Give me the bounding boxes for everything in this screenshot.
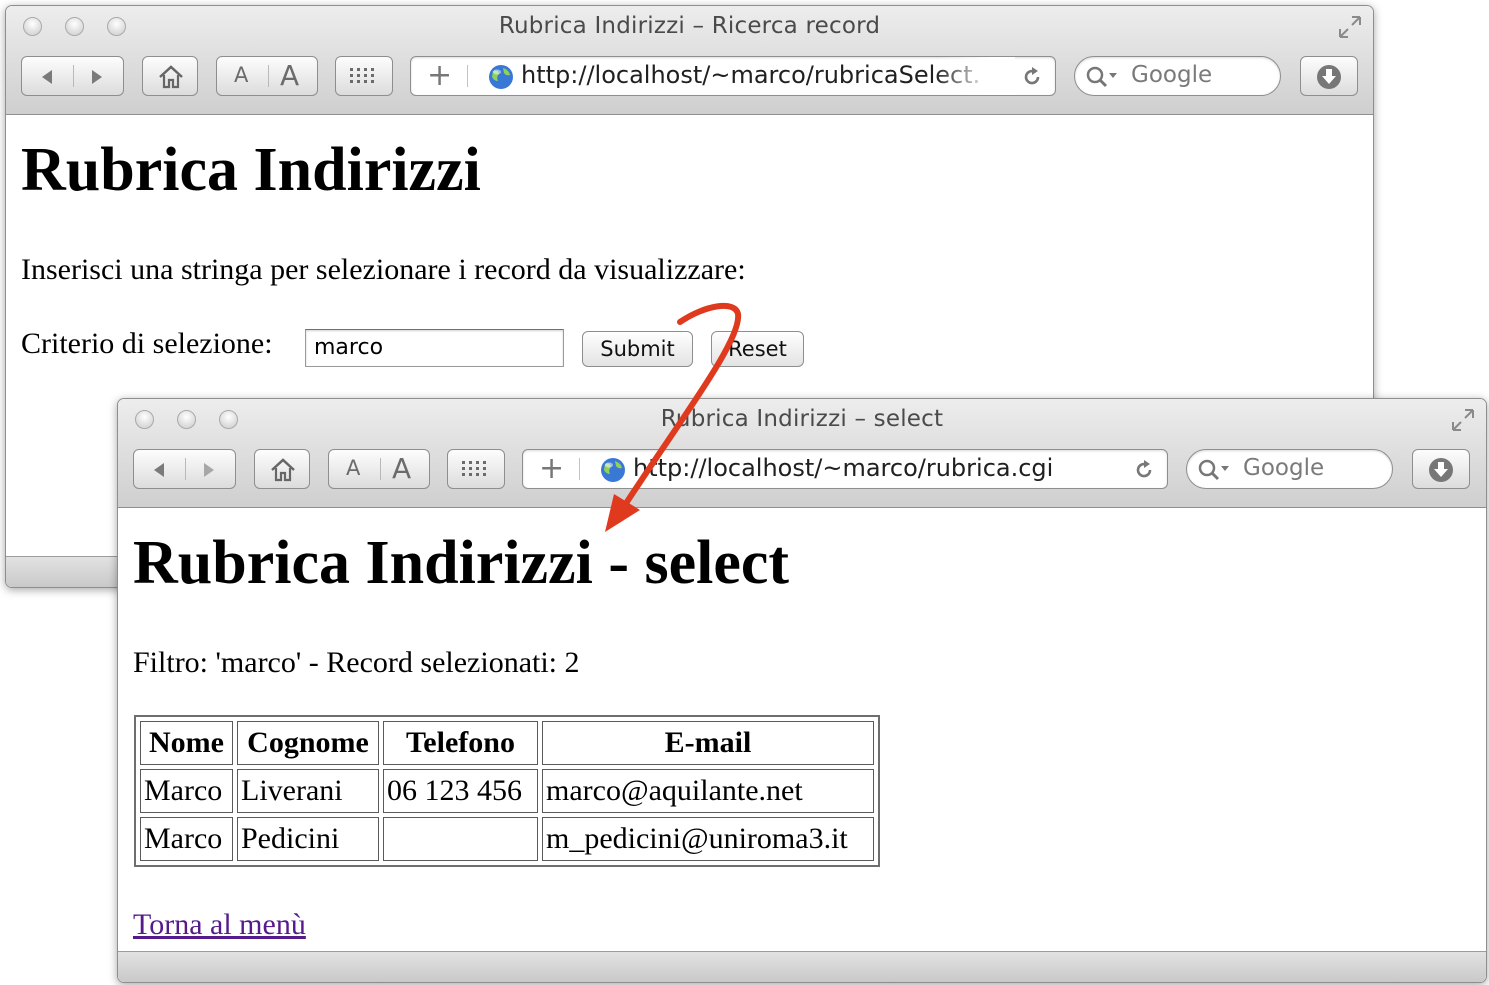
downloads-button[interactable] xyxy=(1300,56,1358,96)
column-header-cognome: Cognome xyxy=(237,721,379,765)
instruction-text: Inserisci una stringa per selezionare i … xyxy=(21,253,746,286)
top-sites-icon xyxy=(350,68,374,83)
top-sites-button[interactable] xyxy=(335,56,393,96)
address-bar[interactable]: + http://localhost/~marco/rubrica.cgi xyxy=(522,449,1168,489)
text-smaller-icon[interactable]: A xyxy=(234,63,248,87)
resize-icon[interactable] xyxy=(1450,407,1476,433)
criterio-input[interactable]: marco xyxy=(305,329,564,367)
back-icon[interactable] xyxy=(38,68,56,86)
home-icon xyxy=(271,458,295,482)
page-title: Rubrica Indirizzi xyxy=(21,136,481,204)
globe-icon xyxy=(601,458,625,482)
globe-icon xyxy=(489,65,513,89)
title-bar: Rubrica Indirizzi – Ricerca record A A +… xyxy=(6,6,1373,115)
search-field[interactable]: Google xyxy=(1186,449,1393,489)
window-title: Rubrica Indirizzi – select xyxy=(660,406,944,432)
window-title: Rubrica Indirizzi – Ricerca record xyxy=(498,13,881,39)
table-row: Marco Liverani 06 123 456 marco@aquilant… xyxy=(140,769,874,813)
page-title: Rubrica Indirizzi - select xyxy=(133,529,790,597)
reset-button[interactable]: Reset xyxy=(711,331,804,367)
download-icon xyxy=(1317,65,1341,89)
downloads-button[interactable] xyxy=(1412,449,1470,489)
submit-button[interactable]: Submit xyxy=(582,331,693,367)
text-size-button[interactable]: A A xyxy=(216,56,318,96)
url-text: http://localhost/~marco/rubrica.cgi xyxy=(633,454,1054,482)
table-row: Marco Pedicini m_pedicini@uniroma3.it xyxy=(140,817,874,861)
search-placeholder: Google xyxy=(1131,62,1213,88)
column-header-telefono: Telefono xyxy=(383,721,538,765)
cell-telefono xyxy=(383,817,538,861)
search-icon[interactable] xyxy=(1197,458,1233,482)
add-bookmark-icon[interactable]: + xyxy=(539,451,564,486)
toolbar: A A + xyxy=(21,56,1361,96)
cell-email: m_pedicini@uniroma3.it xyxy=(542,817,874,861)
back-to-menu-link[interactable]: Torna al menù xyxy=(133,908,306,942)
reload-icon[interactable] xyxy=(1133,459,1155,481)
text-larger-icon[interactable]: A xyxy=(392,452,411,485)
cell-nome: Marco xyxy=(140,769,233,813)
text-larger-icon[interactable]: A xyxy=(280,59,299,92)
download-icon xyxy=(1429,458,1453,482)
home-button[interactable] xyxy=(254,449,310,489)
search-icon[interactable] xyxy=(1085,65,1121,89)
top-sites-icon xyxy=(462,461,486,476)
forward-icon[interactable] xyxy=(88,68,106,86)
cell-email: marco@aquilante.net xyxy=(542,769,874,813)
browser-window-results: Rubrica Indirizzi – select A A + http://… xyxy=(117,398,1487,983)
filter-text: Filtro: 'marco' - Record selezionati: 2 xyxy=(133,646,580,679)
cell-telefono: 06 123 456 xyxy=(383,769,538,813)
search-field[interactable]: Google xyxy=(1074,56,1281,96)
toolbar: A A + xyxy=(133,449,1473,489)
top-sites-button[interactable] xyxy=(447,449,505,489)
cell-nome: Marco xyxy=(140,817,233,861)
back-icon[interactable] xyxy=(150,461,168,479)
results-table: Nome Cognome Telefono E-mail Marco Liver… xyxy=(134,715,880,867)
cell-cognome: Pedicini xyxy=(237,817,379,861)
page-content: Rubrica Indirizzi - select Filtro: 'marc… xyxy=(118,508,1486,982)
url-text: http://localhost/~marco/rubricaSelect. xyxy=(521,61,981,89)
add-bookmark-icon[interactable]: + xyxy=(427,58,452,93)
back-forward-button[interactable] xyxy=(133,449,236,489)
text-size-button[interactable]: A A xyxy=(328,449,430,489)
cell-cognome: Liverani xyxy=(237,769,379,813)
back-forward-button[interactable] xyxy=(21,56,124,96)
reload-icon[interactable] xyxy=(1021,66,1043,88)
resize-icon[interactable] xyxy=(1337,14,1363,40)
column-header-email: E-mail xyxy=(542,721,874,765)
title-bar: Rubrica Indirizzi – select A A + http://… xyxy=(118,399,1486,508)
status-bar xyxy=(118,951,1486,982)
home-button[interactable] xyxy=(142,56,198,96)
text-smaller-icon[interactable]: A xyxy=(346,456,360,480)
address-bar[interactable]: + http://localhost/~marco/rubricaSelect. xyxy=(410,56,1056,96)
home-icon xyxy=(159,65,183,89)
forward-icon[interactable] xyxy=(200,461,218,479)
criterio-label: Criterio di selezione: xyxy=(21,327,273,360)
search-placeholder: Google xyxy=(1243,455,1325,481)
column-header-nome: Nome xyxy=(140,721,233,765)
table-header-row: Nome Cognome Telefono E-mail xyxy=(140,721,874,765)
